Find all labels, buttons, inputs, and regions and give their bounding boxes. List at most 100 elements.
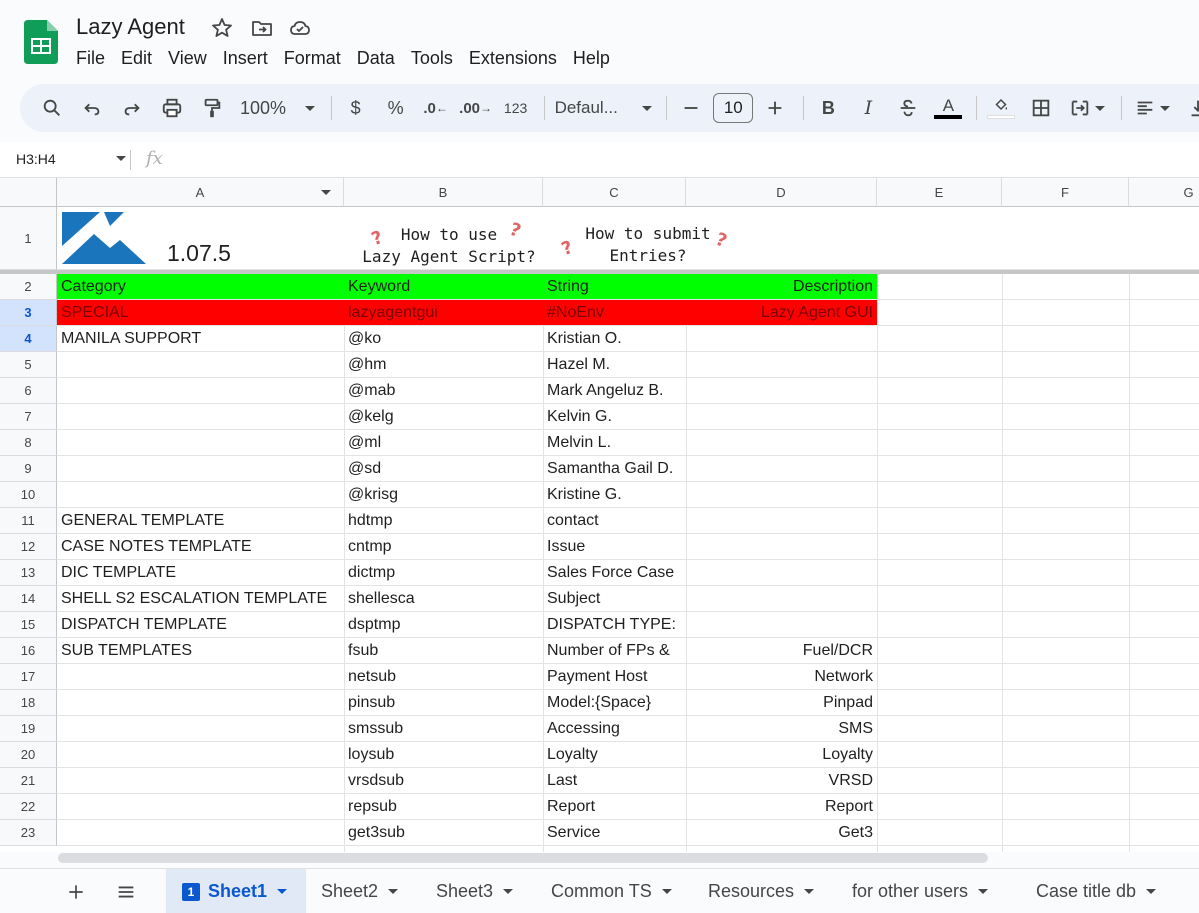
cell-a[interactable] [57,664,344,689]
row-header[interactable]: 18 [0,690,57,716]
row-header[interactable]: 6 [0,378,57,404]
column-header-g[interactable]: G [1129,178,1199,207]
cell-c[interactable]: Service [543,820,686,845]
cell-a[interactable]: GENERAL TEMPLATE [57,508,344,533]
cell-d[interactable] [686,404,877,429]
menu-insert[interactable]: Insert [215,46,276,72]
more-formats-button[interactable]: 123 [498,92,534,124]
row-header[interactable]: 5 [0,352,57,378]
sheet-tab-for-other-users[interactable]: for other users [852,869,989,913]
cell-a[interactable] [57,716,344,741]
strikethrough-button[interactable] [890,92,926,124]
sheet-tab-sheet1[interactable]: 1 Sheet1 [166,869,306,913]
row-header[interactable]: 3 [0,300,57,326]
cell-c[interactable]: Kelvin G. [543,404,686,429]
cell-c[interactable]: Mark Angeluz B. [543,378,686,403]
cloud-saved-icon[interactable] [288,16,312,40]
cell-a[interactable]: CASE NOTES TEMPLATE [57,534,344,559]
redo-button[interactable] [114,92,150,124]
decrease-font-size-button[interactable] [673,92,709,124]
cell-b[interactable]: hdtmp [344,508,543,533]
cell-c[interactable]: Last [543,768,686,793]
row-header[interactable]: 14 [0,586,57,612]
move-folder-icon[interactable] [250,16,274,40]
cell-c[interactable]: Accessing [543,716,686,741]
cell-c[interactable]: Report [543,794,686,819]
cell-a[interactable] [57,378,344,403]
increase-font-size-button[interactable] [757,92,793,124]
fill-color-button[interactable] [983,92,1019,124]
cell-a[interactable] [57,690,344,715]
zoom-select[interactable]: 100% [234,92,321,124]
row-header[interactable]: 17 [0,664,57,690]
menu-extensions[interactable]: Extensions [461,46,565,72]
increase-decimal-button[interactable]: .00 → [458,92,494,124]
cell-a[interactable] [57,352,344,377]
cell-a[interactable] [57,456,344,481]
paint-format-button[interactable] [194,92,230,124]
row-header[interactable]: 4 [0,326,57,352]
borders-button[interactable] [1023,92,1059,124]
cell-c[interactable]: contact [543,508,686,533]
cell-d[interactable]: Get3 [686,820,877,845]
horizontal-scrollbar[interactable] [58,853,988,863]
star-icon[interactable] [210,16,234,40]
row-header[interactable]: 12 [0,534,57,560]
cell-a[interactable] [57,768,344,793]
cell-d[interactable]: Lazy Agent GUI [686,300,877,325]
cell-b[interactable]: repsub [344,794,543,819]
cell-d[interactable] [686,508,877,533]
vertical-align-button[interactable] [1180,92,1199,124]
name-box[interactable]: H3:H4 [16,151,56,167]
cell-d[interactable]: SMS [686,716,877,741]
cell-b[interactable]: @hm [344,352,543,377]
undo-button[interactable] [74,92,110,124]
cell-b[interactable]: shellesca [344,586,543,611]
horizontal-align-button[interactable] [1128,92,1176,124]
cell-d[interactable] [686,586,877,611]
cell-a[interactable]: SHELL S2 ESCALATION TEMPLATE [57,586,344,611]
cell-a[interactable] [57,404,344,429]
search-menus-button[interactable] [34,92,70,124]
cell-a[interactable]: SUB TEMPLATES [57,638,344,663]
cell-a[interactable] [57,482,344,507]
cell-c[interactable]: Samantha Gail D. [543,456,686,481]
print-button[interactable] [154,92,190,124]
menu-help[interactable]: Help [565,46,618,72]
cell-b[interactable]: cntmp [344,534,543,559]
cell-b[interactable]: @krisg [344,482,543,507]
cell-a[interactable] [57,742,344,767]
cell-d[interactable]: Loyalty [686,742,877,767]
column-header-d[interactable]: D [686,178,877,207]
column-header-a[interactable]: A [57,178,344,207]
menu-file[interactable]: File [68,46,113,72]
sheet-tab-sheet3[interactable]: Sheet3 [436,869,514,913]
menu-tools[interactable]: Tools [403,46,461,72]
filter-chevron-icon[interactable] [321,190,331,195]
cell-d[interactable]: Description [686,274,877,299]
cell-a[interactable] [57,430,344,455]
row-header[interactable]: 10 [0,482,57,508]
cell-b[interactable]: Keyword [344,274,543,299]
menu-format[interactable]: Format [276,46,349,72]
cell-d[interactable]: Pinpad [686,690,877,715]
cell-d[interactable] [686,560,877,585]
column-header-c[interactable]: C [543,178,686,207]
cell-b[interactable]: netsub [344,664,543,689]
column-header-f[interactable]: F [1002,178,1129,207]
cell-a[interactable] [57,820,344,845]
cell-b[interactable]: @ko [344,326,543,351]
cell-b[interactable]: @sd [344,456,543,481]
cell-d[interactable] [686,534,877,559]
cell-d[interactable]: Network [686,664,877,689]
document-title[interactable]: Lazy Agent [76,14,185,40]
cell-b[interactable]: smssub [344,716,543,741]
italic-button[interactable]: I [850,92,886,124]
format-percent-button[interactable]: % [378,92,414,124]
cell-d[interactable] [686,482,877,507]
cell-d[interactable]: Report [686,794,877,819]
merge-cells-button[interactable] [1063,92,1111,124]
format-currency-button[interactable]: $ [338,92,374,124]
sheet-tab-common-ts[interactable]: Common TS [551,869,672,913]
cell-b[interactable]: dsptmp [344,612,543,637]
